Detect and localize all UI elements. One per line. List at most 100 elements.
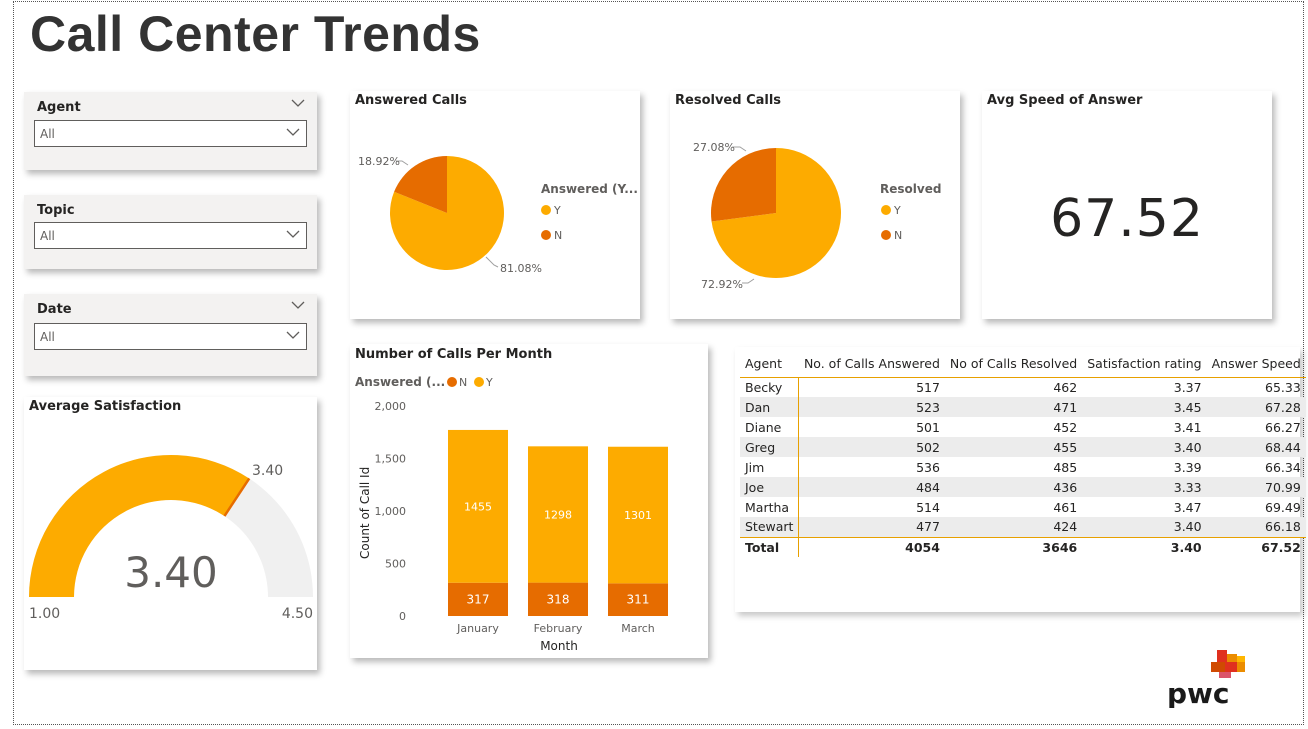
legend-y-label: Y: [553, 204, 561, 217]
average-satisfaction-gauge[interactable]: Average Satisfaction 3.40 1.00 4.50 3.40: [24, 397, 317, 670]
table-row[interactable]: Joe 484 436 3.33 70.99: [740, 477, 1306, 497]
topic-slicer[interactable]: Topic All: [24, 195, 317, 269]
y-tick-label: 500: [385, 558, 406, 571]
gauge-min-label: 1.00: [29, 606, 60, 622]
agent-dropdown-value: All: [40, 127, 55, 141]
bar-data-label-y: 1298: [544, 508, 572, 521]
table-row[interactable]: Greg 502 455 3.40 68.44: [740, 437, 1306, 457]
table-cell-agent: Jim: [740, 457, 800, 477]
table-cell-value: 66.18: [1206, 517, 1306, 537]
table-cell-value: 436: [944, 477, 1083, 497]
bar-data-label-n: 311: [627, 593, 650, 607]
x-tick-label: March: [621, 622, 655, 635]
legend-y-label: Y: [485, 376, 493, 389]
date-slicer-label: Date: [37, 302, 72, 317]
table-cell-value: 501: [916, 419, 940, 435]
gauge-value-label: 3.40: [124, 548, 218, 597]
agent-slicer-label: Agent: [37, 100, 81, 115]
table-cell-value: 502: [798, 437, 945, 457]
chevron-down-icon: [286, 230, 300, 238]
legend-n-label: N: [894, 229, 902, 242]
y-tick-label: 2,000: [375, 400, 407, 413]
table-cell-value: 3.40: [1082, 437, 1207, 457]
table-row[interactable]: Dan 523 471 3.45 67.28: [740, 397, 1306, 417]
answered-pie-svg: 81.08% 18.92% Answered (Y... Y N: [358, 155, 638, 275]
table-total-value: 3.40: [1082, 536, 1207, 557]
chart-title: Number of Calls Per Month: [355, 347, 552, 362]
col-header-satisfaction[interactable]: Satisfaction rating: [1082, 351, 1206, 377]
legend-dot-y: [474, 377, 484, 387]
col-header-calls-resolved[interactable]: No of Calls Resolved: [945, 351, 1082, 377]
x-axis-title: Month: [540, 639, 578, 653]
answered-y-pct-label: 81.08%: [500, 262, 542, 275]
col-header-calls-answered[interactable]: No. of Calls Answered: [799, 351, 945, 377]
table-cell-agent: Dan: [740, 397, 800, 417]
pwc-logo: pwc: [1167, 650, 1245, 708]
chevron-down-icon: [286, 331, 300, 339]
table-cell-value: 471: [944, 397, 1083, 417]
resolved-calls-card[interactable]: Resolved Calls 72.92% 27.08% Resolved Y …: [670, 91, 960, 319]
bar-data-label-y: 1455: [464, 500, 492, 513]
agent-table[interactable]: Agent No. of Calls Answered No of Calls …: [735, 347, 1306, 612]
table-row[interactable]: Martha 514 461 3.47 69.49: [740, 497, 1306, 517]
table-cell-value: 3.39: [1173, 459, 1202, 475]
table-total-row: Total 4054 3646 3.40 67.52: [740, 536, 1306, 557]
table-cell-value: 3.33: [1082, 477, 1207, 497]
table-row[interactable]: Stewart 477 424 3.40 66.18: [740, 517, 1306, 537]
answered-n-pct-label: 18.92%: [358, 155, 400, 168]
table-row[interactable]: Becky 517 462 3.37 65.33: [740, 377, 1306, 397]
bar-data-label-y: 1301: [624, 509, 652, 522]
topic-slicer-label: Topic: [37, 203, 75, 218]
table-cell-value: 3.41: [1173, 419, 1202, 435]
agent-slicer[interactable]: Agent All: [24, 92, 317, 170]
page-title: Call Center Trends: [30, 6, 481, 62]
table-cell-value: 67.28: [1206, 397, 1306, 417]
agent-dropdown[interactable]: All: [34, 120, 307, 147]
y-axis-title: Count of Call Id: [358, 467, 372, 559]
legend-title: Resolved: [880, 182, 941, 196]
answered-calls-card[interactable]: Answered Calls 81.08% 18.92% Answered (Y…: [350, 91, 640, 319]
pie-slice-resolved-n[interactable]: [711, 148, 776, 222]
calls-per-month-chart: Number of Calls Per Month Answered (... …: [355, 347, 668, 653]
chevron-down-icon[interactable]: [291, 300, 305, 310]
chevron-down-icon[interactable]: [291, 98, 305, 108]
table-total-value: 4054: [798, 536, 945, 557]
date-slicer[interactable]: Date All: [24, 294, 317, 376]
y-tick-label: 1,000: [375, 505, 407, 518]
table-header-row: Agent No. of Calls Answered No of Calls …: [740, 351, 1306, 377]
col-header-answer-speed[interactable]: Answer Speed: [1207, 351, 1306, 377]
legend-title: Answered (Y...: [541, 182, 638, 196]
date-dropdown-value: All: [40, 330, 55, 344]
table-cell-value: 462: [1053, 379, 1078, 395]
chevron-down-icon: [286, 128, 300, 136]
topic-dropdown[interactable]: All: [34, 222, 307, 249]
y-tick-label: 0: [399, 610, 406, 623]
legend-dot-y: [881, 205, 891, 215]
table-cell-value: 3.37: [1173, 379, 1202, 395]
bar-data-label-n: 318: [547, 592, 570, 606]
table-total-value: 67.52: [1206, 536, 1306, 557]
x-tick-label: February: [534, 622, 583, 635]
table-row[interactable]: Diane 501 452 3.41 66.27: [740, 417, 1306, 437]
leader-line: [485, 256, 499, 268]
table-cell-value: 66.34: [1265, 459, 1301, 475]
table-cell-agent: Becky: [740, 377, 800, 397]
table-total-value: 3646: [944, 536, 1083, 557]
table-cell-value: 461: [1053, 499, 1078, 515]
table-cell-value: 536: [916, 459, 940, 475]
avg-speed-value: 67.52: [1050, 189, 1204, 249]
topic-dropdown-value: All: [40, 229, 55, 243]
resolved-pie-svg: 72.92% 27.08% Resolved Y N: [693, 141, 941, 291]
table-total-label: Total: [740, 536, 800, 557]
table-cell-value: 3.47: [1173, 499, 1202, 515]
avg-speed-card[interactable]: Avg Speed of Answer 67.52: [982, 91, 1272, 319]
col-header-agent[interactable]: Agent: [740, 351, 799, 377]
legend-dot-y: [541, 205, 551, 215]
table-cell-value: 3.40: [1082, 517, 1207, 537]
table-cell-value: 66.27: [1265, 419, 1301, 435]
table-row[interactable]: Jim 536 485 3.39 66.34: [740, 457, 1306, 477]
calls-per-month-card[interactable]: Number of Calls Per Month Answered (... …: [350, 344, 708, 658]
date-dropdown[interactable]: All: [34, 323, 307, 350]
table-cell-value: 65.33: [1265, 379, 1301, 395]
gauge-svg: 3.40 1.00 4.50 3.40: [29, 455, 313, 622]
